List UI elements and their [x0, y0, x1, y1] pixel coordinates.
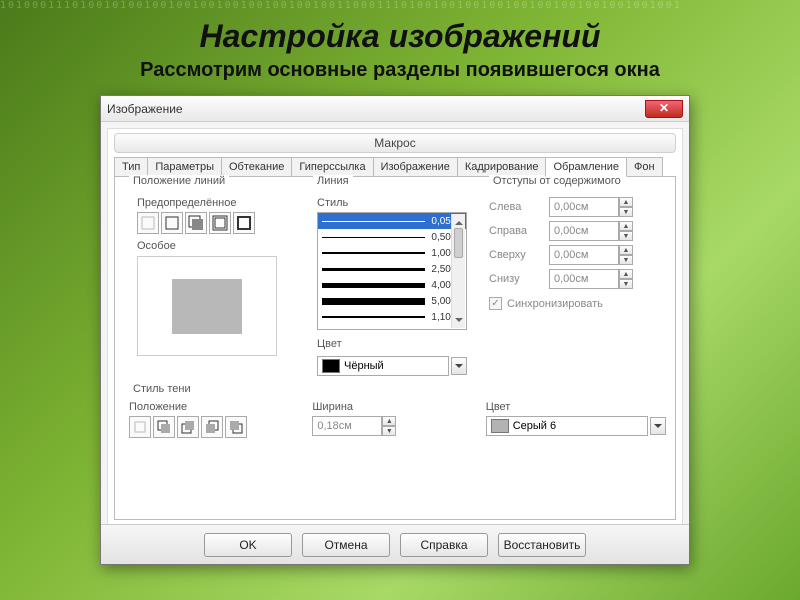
preset-box[interactable] [161, 212, 183, 234]
shadow-color-swatch-icon [491, 419, 509, 433]
shadow-width-down[interactable]: ▼ [382, 426, 396, 436]
custom-border-preview[interactable] [137, 256, 277, 356]
style-item-2[interactable]: 1,00 pt [318, 245, 466, 261]
titlebar: Изображение ✕ [101, 96, 689, 122]
preset-row [137, 212, 293, 234]
close-button[interactable]: ✕ [645, 100, 683, 118]
preview-swatch [172, 279, 242, 334]
shadow-width-label: Ширина [312, 401, 482, 413]
style-item-5[interactable]: 5,00 pt [318, 293, 466, 309]
group-line-position: Положение линий Предопределённое Особое [121, 183, 301, 383]
shadow-position-label: Положение [129, 401, 309, 413]
margin-left-input[interactable] [549, 197, 619, 217]
shadow-color-value: Серый 6 [513, 420, 556, 432]
shadow-width-input[interactable] [312, 416, 382, 436]
margin-right-input[interactable] [549, 221, 619, 241]
group-margins: Отступы от содержимого Слева ▲▼ Справа ▲… [481, 183, 677, 383]
tab-type[interactable]: Тип [114, 157, 148, 177]
preset-double[interactable] [209, 212, 231, 234]
margin-top-down[interactable]: ▼ [619, 255, 633, 265]
color-label: Цвет [317, 338, 467, 350]
sync-label: Синхронизировать [507, 298, 603, 310]
margin-top-input[interactable] [549, 245, 619, 265]
color-swatch-icon [322, 359, 340, 373]
style-scrollbar[interactable] [451, 214, 465, 328]
sync-checkbox[interactable]: ✓ [489, 297, 502, 310]
shadow-br[interactable] [153, 416, 175, 438]
shadow-none[interactable] [129, 416, 151, 438]
dialog-body: Макрос Тип Параметры Обтекание Гиперссыл… [107, 128, 683, 526]
tab-wrap[interactable]: Обтекание [221, 157, 292, 177]
line-style-list[interactable]: 0,05 pt 0,50 pt 1,00 pt 2,50 pt 4,00 pt … [317, 212, 467, 330]
group-shadow: Стиль тени Положение Ширина ▲▼ [121, 391, 681, 451]
shadow-color-select[interactable]: Серый 6 [486, 416, 648, 436]
tab-background[interactable]: Фон [626, 157, 663, 177]
tab-crop[interactable]: Кадрирование [457, 157, 547, 177]
style-item-4[interactable]: 4,00 pt [318, 277, 466, 293]
cancel-button[interactable]: Отмена [302, 533, 390, 557]
line-color-select[interactable]: Чёрный [317, 356, 449, 376]
style-item-0[interactable]: 0,05 pt [318, 213, 466, 229]
shadow-width-up[interactable]: ▲ [382, 416, 396, 426]
custom-label: Особое [137, 240, 293, 252]
margin-right-label: Справа [489, 225, 549, 237]
tab-hyperlink[interactable]: Гиперссылка [291, 157, 373, 177]
margin-bottom-down[interactable]: ▼ [619, 279, 633, 289]
style-item-1[interactable]: 0,50 pt [318, 229, 466, 245]
background-binary: 1010001110100101001001001001001001001001… [0, 0, 800, 40]
shadow-bl[interactable] [201, 416, 223, 438]
tab-borders[interactable]: Обрамление [545, 157, 627, 177]
help-button[interactable]: Справка [400, 533, 488, 557]
margin-top-label: Сверху [489, 249, 549, 261]
preset-shadow[interactable] [185, 212, 207, 234]
dialog-button-row: OK Отмена Справка Восстановить [101, 524, 689, 564]
margin-left-down[interactable]: ▼ [619, 207, 633, 217]
tab-strip: Тип Параметры Обтекание Гиперссылка Изоб… [114, 157, 676, 177]
margin-right-up[interactable]: ▲ [619, 221, 633, 231]
shadow-color-dropdown[interactable] [650, 417, 666, 435]
group-title-shadow: Стиль тени [129, 383, 195, 395]
tab-options[interactable]: Параметры [147, 157, 222, 177]
reset-button[interactable]: Восстановить [498, 533, 586, 557]
margin-bottom-up[interactable]: ▲ [619, 269, 633, 279]
margin-right-down[interactable]: ▼ [619, 231, 633, 241]
group-title-line: Линия [313, 175, 353, 187]
macros-bar[interactable]: Макрос [114, 133, 676, 153]
preset-label: Предопределённое [137, 197, 293, 209]
tab-panel-borders: Положение линий Предопределённое Особое … [114, 176, 676, 520]
margin-left-label: Слева [489, 201, 549, 213]
style-item-6[interactable]: 1,10 pt [318, 309, 466, 325]
dialog-title: Изображение [107, 102, 645, 116]
margin-bottom-input[interactable] [549, 269, 619, 289]
group-line: Линия Стиль 0,05 pt 0,50 pt 1,00 pt 2,50… [305, 183, 475, 383]
tab-image[interactable]: Изображение [373, 157, 458, 177]
margin-top-up[interactable]: ▲ [619, 245, 633, 255]
margin-bottom-label: Снизу [489, 273, 549, 285]
shadow-tl[interactable] [225, 416, 247, 438]
line-color-dropdown[interactable] [451, 357, 467, 375]
shadow-color-label: Цвет [486, 401, 666, 413]
style-item-3[interactable]: 2,50 pt [318, 261, 466, 277]
slide-subtitle: Рассмотрим основные разделы появившегося… [0, 59, 800, 82]
margin-left-up[interactable]: ▲ [619, 197, 633, 207]
line-color-value: Чёрный [344, 360, 384, 372]
style-label: Стиль [317, 197, 467, 209]
preset-none[interactable] [137, 212, 159, 234]
image-dialog: Изображение ✕ Макрос Тип Параметры Обтек… [100, 95, 690, 565]
group-title-position: Положение линий [129, 175, 229, 187]
ok-button[interactable]: OK [204, 533, 292, 557]
shadow-tr[interactable] [177, 416, 199, 438]
preset-thick[interactable] [233, 212, 255, 234]
